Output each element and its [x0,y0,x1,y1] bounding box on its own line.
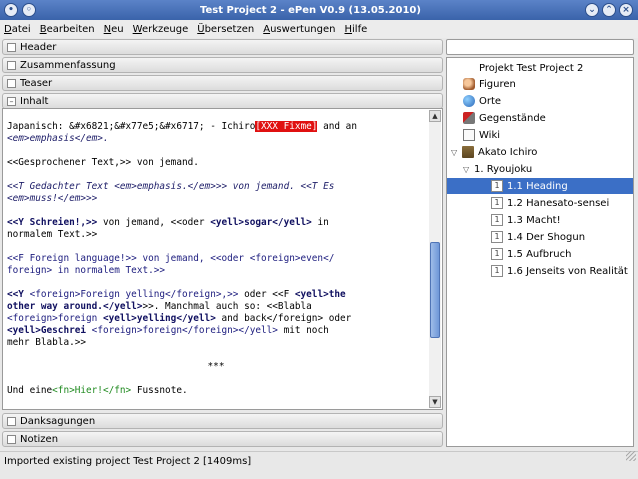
tree-item-figuren[interactable]: Figuren [463,76,516,92]
tree-root[interactable]: Projekt Test Project 2 [479,60,583,76]
tree-item-wiki[interactable]: Wiki [463,127,500,143]
page-icon: 1 [491,248,503,260]
text-editor[interactable]: Japanisch: &#x6821;&#x77e5;&#x6717; - Ic… [2,108,443,410]
globe-icon [463,95,475,107]
expand-icon [7,42,16,52]
page-icon: 1 [491,197,503,209]
menu-datei[interactable]: Datei [4,24,31,35]
fixme-marker: [XXX Fixme] [255,121,318,132]
window-title: Test Project 2 - ePen V0.9 (13.05.2010) [200,4,421,16]
expand-icon [7,416,16,426]
scroll-up-icon[interactable]: ▲ [429,110,441,122]
menu-uebersetzen[interactable]: Übersetzen [197,24,254,35]
tree-item-chapter[interactable]: ▽ 1. Ryoujoku [463,161,532,177]
project-pane: Projekt Test Project 2 Figuren Orte Gege… [446,39,634,447]
tree-item-orte[interactable]: Orte [463,93,501,109]
figures-icon [463,78,475,90]
title-bar: • ◦ Test Project 2 - ePen V0.9 (13.05.20… [0,0,638,20]
status-text: Imported existing project Test Project 2… [4,456,252,467]
tree-item-page-4[interactable]: 1 1.4 Der Shogun [491,229,585,245]
tree-item-page-6[interactable]: 1 1.6 Jenseits von Realität [491,263,628,279]
window-menu-icon[interactable]: • [4,3,18,17]
resize-grip-icon[interactable] [626,451,636,461]
tree-item-gegenstaende[interactable]: Gegenstände [463,110,546,126]
expand-icon [7,78,16,88]
book-icon [462,146,474,158]
page-icon: 1 [491,265,503,277]
editor-content[interactable]: Japanisch: &#x6821;&#x77e5;&#x6717; - Ic… [7,121,425,409]
tree-item-page-3[interactable]: 1 1.3 Macht! [491,212,561,228]
section-zusammenfassung[interactable]: Zusammenfassung [2,57,443,73]
scroll-track[interactable] [429,122,441,396]
menu-bearbeiten[interactable]: Bearbeiten [40,24,95,35]
section-inhalt[interactable]: – Inhalt [2,93,443,109]
close-button[interactable]: × [619,3,633,17]
tree-filter-input[interactable] [446,39,634,55]
scroll-thumb[interactable] [430,242,440,338]
menu-hilfe[interactable]: Hilfe [345,24,368,35]
wiki-icon [463,129,475,141]
tools-icon [463,112,475,124]
collapse-icon: – [7,96,16,106]
status-bar: Imported existing project Test Project 2… [0,451,638,471]
editor-scrollbar[interactable]: ▲ ▼ [429,110,441,408]
project-tree[interactable]: Projekt Test Project 2 Figuren Orte Gege… [446,57,634,447]
page-icon: 1 [491,214,503,226]
tree-item-book[interactable]: ▽ Akato Ichiro [451,144,537,160]
collapse-arrow-icon[interactable]: ▽ [463,165,471,174]
tree-item-page-1[interactable]: 1 1.1 Heading [447,178,633,194]
section-header[interactable]: Header [2,39,443,55]
maximize-button[interactable]: ⌃ [602,3,616,17]
menu-neu[interactable]: Neu [104,24,124,35]
page-icon: 1 [491,231,503,243]
page-icon: 1 [491,180,503,192]
tree-item-page-5[interactable]: 1 1.5 Aufbruch [491,246,571,262]
pin-icon[interactable]: ◦ [22,3,36,17]
minimize-button[interactable]: ⌄ [585,3,599,17]
menu-bar: Datei Bearbeiten Neu Werkzeuge Übersetze… [0,20,638,38]
scroll-down-icon[interactable]: ▼ [429,396,441,408]
section-teaser[interactable]: Teaser [2,75,443,91]
expand-icon [7,434,16,444]
section-notizen[interactable]: Notizen [2,431,443,447]
menu-auswertungen[interactable]: Auswertungen [263,24,335,35]
bottom-sections: Danksagungen Notizen [2,413,443,449]
section-danksagungen[interactable]: Danksagungen [2,413,443,429]
tree-item-page-2[interactable]: 1 1.2 Hanesato-sensei [491,195,609,211]
collapse-arrow-icon[interactable]: ▽ [451,148,459,157]
scene-break: *** [207,361,225,372]
expand-icon [7,60,16,70]
menu-werkzeuge[interactable]: Werkzeuge [133,24,189,35]
